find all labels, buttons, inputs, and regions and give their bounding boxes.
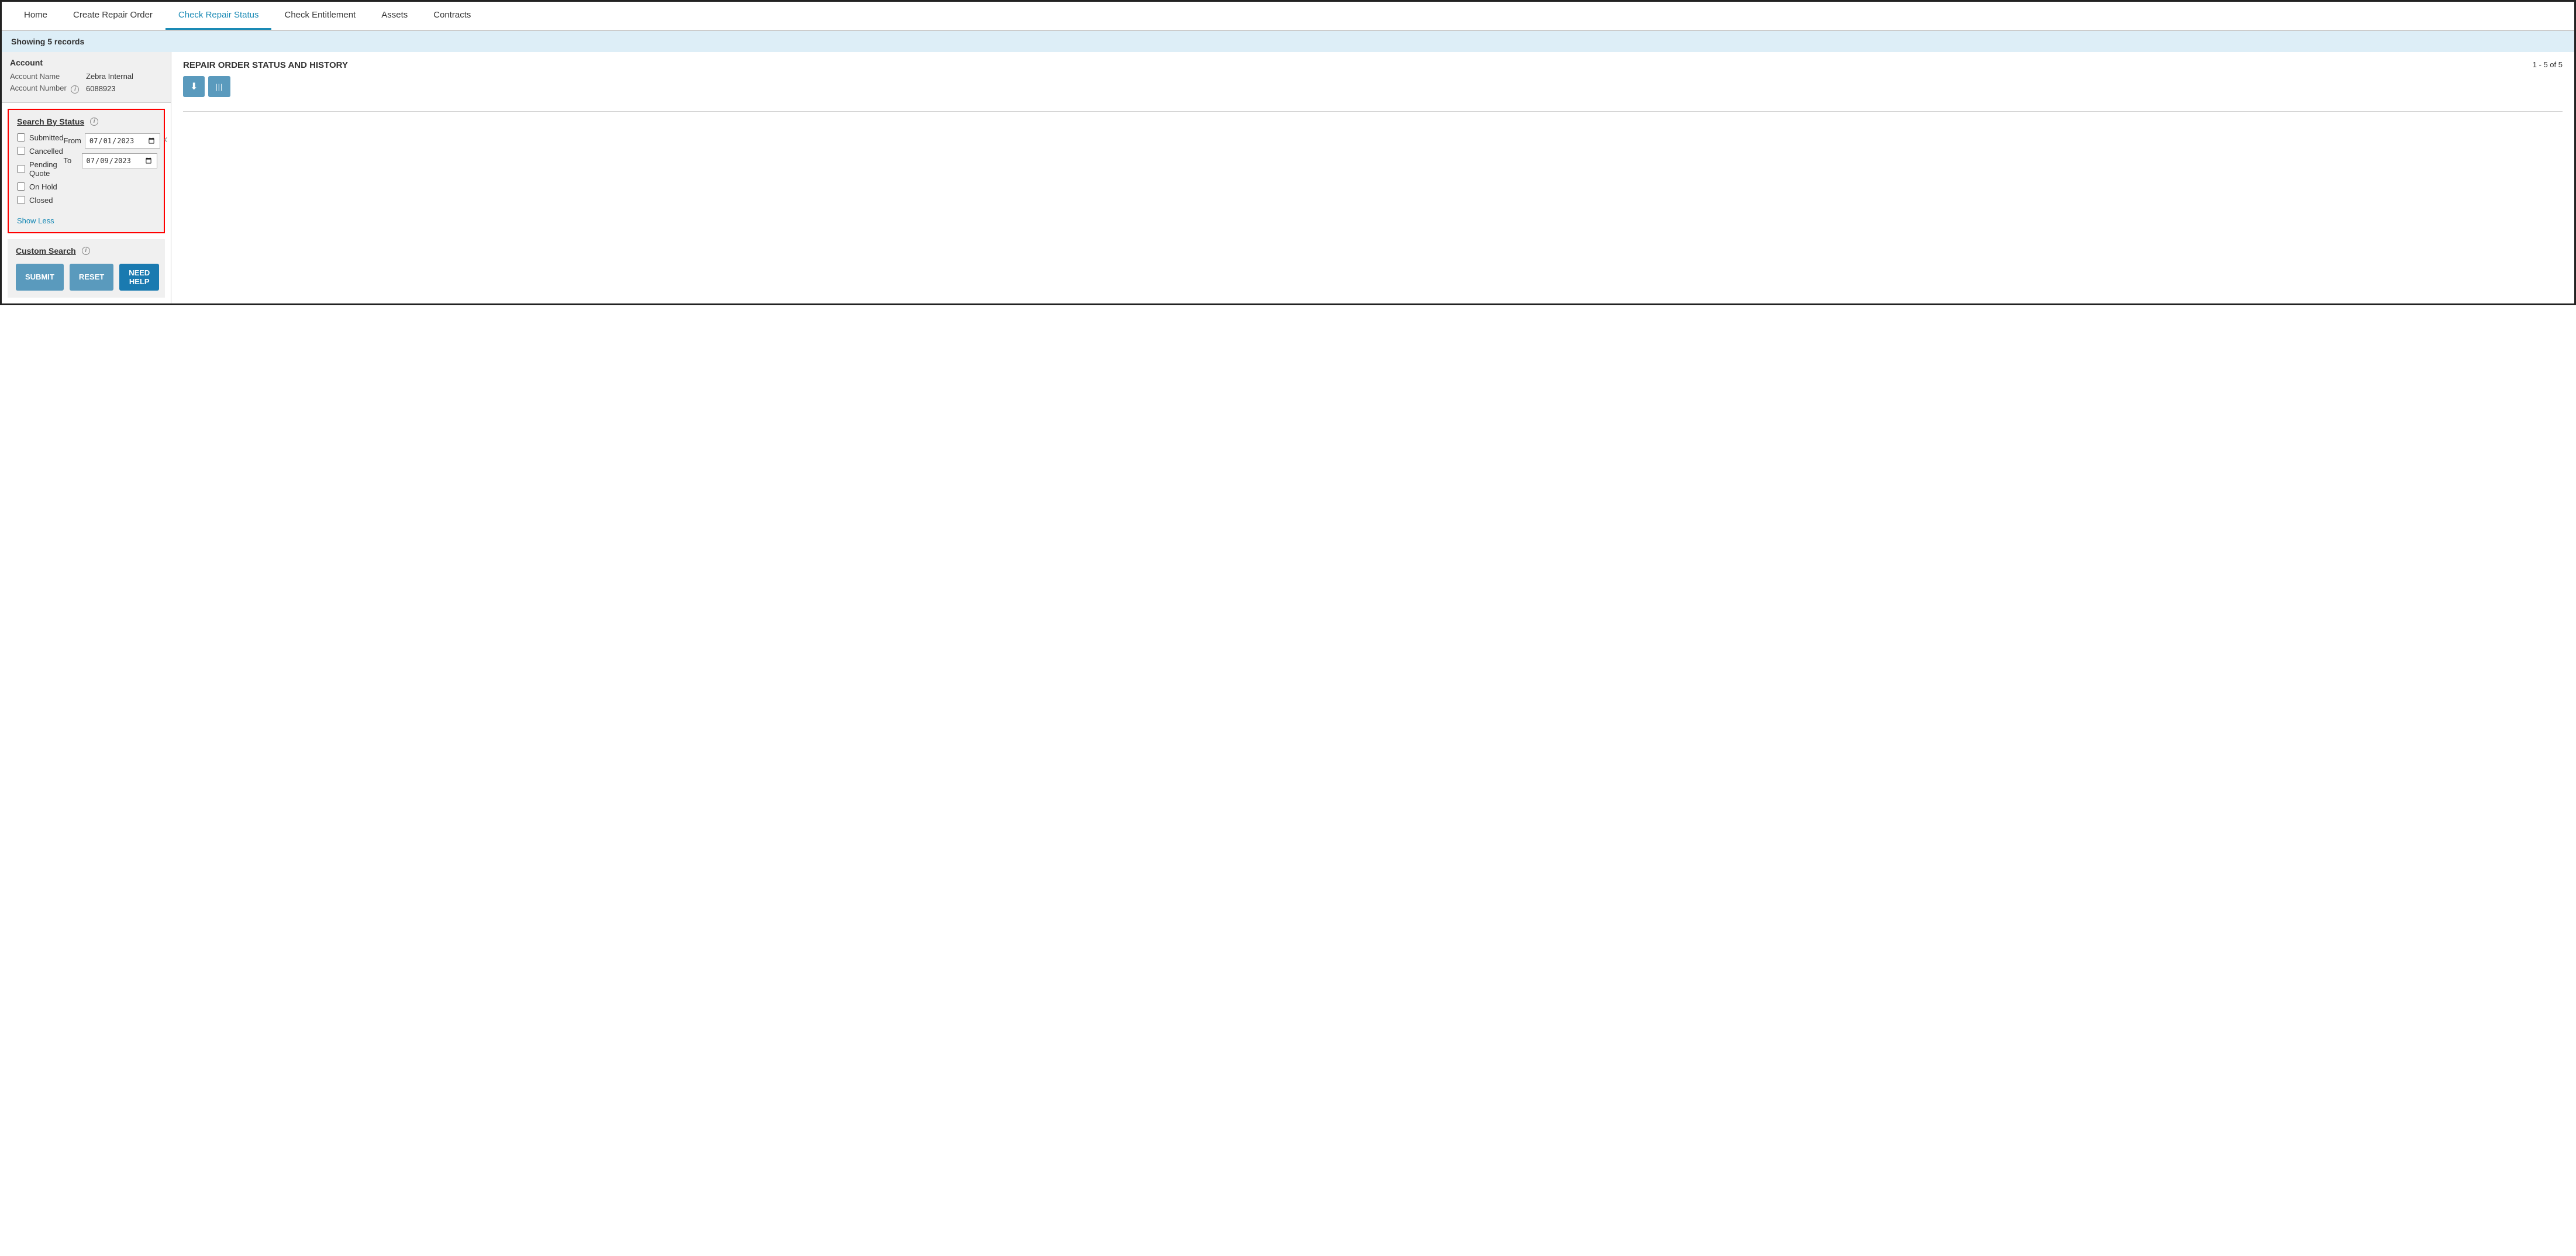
- section-heading-area: REPAIR ORDER STATUS AND HISTORY ⬇ |||: [183, 60, 348, 105]
- nav-item-check-repair-status[interactable]: Check Repair Status: [165, 2, 272, 30]
- to-date-row: To: [64, 153, 157, 168]
- date-col: From To: [64, 133, 157, 168]
- nav-item-check-entitlement[interactable]: Check Entitlement: [271, 2, 368, 30]
- reset-button[interactable]: RESET: [70, 264, 113, 291]
- download-button[interactable]: ⬇: [183, 76, 205, 97]
- account-number-value: 6088923: [86, 84, 116, 93]
- from-date-row: From: [64, 133, 157, 149]
- account-section: Account Account Name Zebra Internal Acco…: [2, 52, 171, 103]
- checkbox-submitted: Submitted: [17, 133, 64, 142]
- from-label: From: [64, 136, 81, 145]
- checkbox-closed-input[interactable]: [17, 196, 25, 204]
- checkbox-pending-quote: Pending Quote: [17, 160, 64, 178]
- checkbox-cancelled-label: Cancelled: [29, 147, 63, 156]
- main-layout: Account Account Name Zebra Internal Acco…: [2, 52, 2574, 303]
- search-by-status-label: Search By Status: [17, 117, 84, 126]
- columns-icon: |||: [215, 82, 223, 91]
- content-header: REPAIR ORDER STATUS AND HISTORY ⬇ ||| 1 …: [183, 60, 2563, 105]
- checkbox-submitted-input[interactable]: [17, 133, 25, 142]
- custom-search-title: Custom Search i: [16, 246, 157, 256]
- account-number-label: Account Number i: [10, 84, 86, 94]
- custom-search-label: Custom Search: [16, 246, 76, 256]
- content-divider: [183, 111, 2563, 112]
- search-inner: Submitted Cancelled Pending Quote On Hol…: [17, 133, 156, 209]
- sidebar: Account Account Name Zebra Internal Acco…: [2, 52, 171, 303]
- account-name-row: Account Name Zebra Internal: [10, 72, 163, 81]
- checkbox-pending-quote-input[interactable]: [17, 165, 25, 173]
- nav-item-home[interactable]: Home: [11, 2, 60, 30]
- main-content: REPAIR ORDER STATUS AND HISTORY ⬇ ||| 1 …: [171, 52, 2574, 303]
- show-less-link[interactable]: Show Less: [17, 216, 156, 225]
- checkboxes-col: Submitted Cancelled Pending Quote On Hol…: [17, 133, 64, 209]
- account-number-row: Account Number i 6088923: [10, 84, 163, 94]
- records-bar: Showing 5 records: [2, 31, 2574, 52]
- collapse-chevron-icon[interactable]: ‹: [164, 133, 168, 146]
- account-name-value: Zebra Internal: [86, 72, 133, 81]
- checkbox-on-hold-label: On Hold: [29, 182, 57, 191]
- search-by-status-info-icon[interactable]: i: [90, 118, 98, 126]
- checkbox-closed-label: Closed: [29, 196, 53, 205]
- nav-item-create-repair-order[interactable]: Create Repair Order: [60, 2, 165, 30]
- checkbox-submitted-label: Submitted: [29, 133, 64, 142]
- section-heading: REPAIR ORDER STATUS AND HISTORY: [183, 60, 348, 70]
- nav-bar: Home Create Repair Order Check Repair St…: [2, 2, 2574, 31]
- checkbox-cancelled-input[interactable]: [17, 147, 25, 155]
- custom-search-section: Custom Search i SUBMIT RESET NEED HELP: [8, 239, 165, 298]
- download-icon: ⬇: [190, 81, 198, 92]
- checkbox-pending-quote-label: Pending Quote: [29, 160, 64, 178]
- checkbox-on-hold-input[interactable]: [17, 182, 25, 191]
- nav-item-contracts[interactable]: Contracts: [420, 2, 484, 30]
- checkbox-closed: Closed: [17, 196, 64, 205]
- custom-search-info-icon[interactable]: i: [82, 247, 90, 255]
- from-date-input[interactable]: [85, 133, 160, 149]
- account-name-label: Account Name: [10, 72, 86, 81]
- account-header: Account: [10, 58, 163, 67]
- records-count: Showing 5 records: [11, 37, 84, 46]
- toolbar: ⬇ |||: [183, 76, 348, 97]
- to-date-input[interactable]: [82, 153, 157, 168]
- columns-button[interactable]: |||: [208, 76, 230, 97]
- nav-item-assets[interactable]: Assets: [368, 2, 420, 30]
- search-by-status-title: Search By Status i: [17, 117, 156, 126]
- account-number-info-icon[interactable]: i: [71, 85, 79, 94]
- action-buttons: SUBMIT RESET NEED HELP: [16, 264, 157, 291]
- submit-button[interactable]: SUBMIT: [16, 264, 64, 291]
- checkbox-cancelled: Cancelled: [17, 147, 64, 156]
- collapse-chevron-col: ‹: [161, 133, 168, 146]
- pagination-info: 1 - 5 of 5: [2533, 60, 2563, 69]
- checkbox-on-hold: On Hold: [17, 182, 64, 191]
- search-by-status-section: Search By Status i Submitted Cancelled: [8, 109, 165, 233]
- need-help-button[interactable]: NEED HELP: [119, 264, 159, 291]
- to-label: To: [64, 156, 78, 165]
